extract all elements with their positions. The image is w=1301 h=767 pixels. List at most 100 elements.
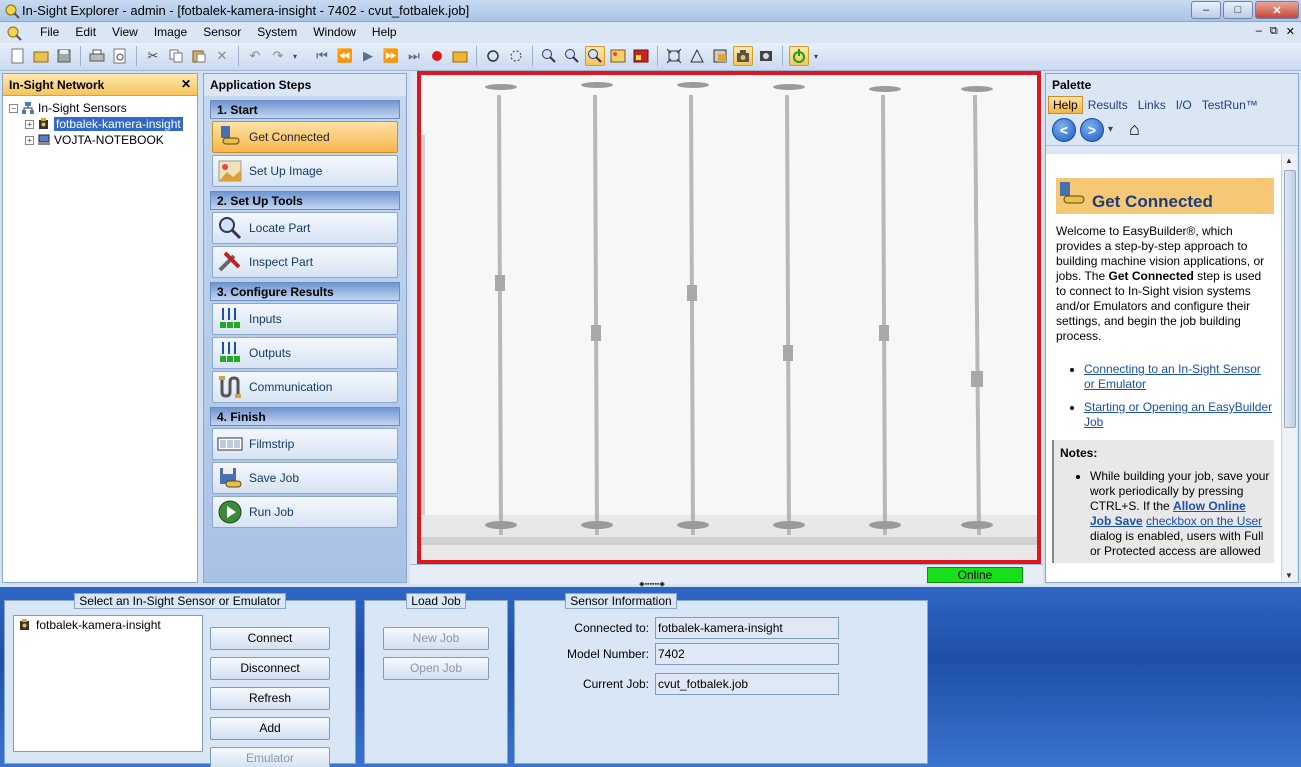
minimize-button[interactable]: –: [1191, 1, 1221, 19]
tree-node-sensors[interactable]: − In-Sight Sensors: [9, 100, 191, 116]
menu-help[interactable]: Help: [364, 25, 405, 39]
image-icon[interactable]: [608, 46, 628, 66]
steps-title: Application Steps: [204, 74, 406, 96]
add-button[interactable]: Add: [210, 717, 330, 740]
refresh-button[interactable]: Refresh: [210, 687, 330, 710]
paste-icon[interactable]: [189, 46, 209, 66]
menu-window[interactable]: Window: [305, 25, 364, 39]
redo-icon[interactable]: ↷: [268, 46, 288, 66]
undo-icon[interactable]: ↶: [245, 46, 265, 66]
tab-results[interactable]: Results: [1083, 96, 1133, 114]
step-label: Get Connected: [249, 130, 330, 144]
last-frame-icon[interactable]: ⏭: [404, 46, 424, 66]
current-job-label: Current Job:: [582, 677, 649, 691]
print-preview-icon[interactable]: [110, 46, 130, 66]
help-link-user-dialog[interactable]: checkbox on the User: [1146, 514, 1262, 528]
image-color-icon[interactable]: [631, 46, 651, 66]
forward-icon[interactable]: >: [1080, 117, 1104, 142]
expand-icon[interactable]: +: [25, 119, 34, 129]
tree-node-kamera[interactable]: + fotbalek-kamera-insight: [9, 116, 191, 132]
zoom-fit-icon[interactable]: [585, 46, 605, 66]
circle-icon[interactable]: [483, 46, 503, 66]
copy-icon[interactable]: [166, 46, 186, 66]
trigger-icon[interactable]: [756, 46, 776, 66]
select-sensor-title: Select an In-Sight Sensor or Emulator: [74, 593, 286, 609]
network-close-icon[interactable]: ✕: [181, 77, 191, 91]
connect-button[interactable]: Connect: [210, 627, 330, 650]
menu-sensor[interactable]: Sensor: [195, 25, 249, 39]
menu-edit[interactable]: Edit: [67, 25, 104, 39]
new-job-button[interactable]: New Job: [383, 627, 489, 650]
close-button[interactable]: ✕: [1255, 1, 1299, 19]
step-communication[interactable]: Communication: [212, 371, 398, 403]
sensor-list[interactable]: fotbalek-kamera-insight: [13, 615, 203, 752]
step-set-up-image[interactable]: Set Up Image: [212, 155, 398, 187]
record-icon[interactable]: [427, 46, 447, 66]
tab-testrun[interactable]: TestRun™: [1197, 96, 1263, 114]
emulator-button[interactable]: Emulator: [210, 747, 330, 767]
back-icon[interactable]: <: [1052, 117, 1076, 142]
toolbar-overflow-icon[interactable]: ▾: [291, 46, 299, 66]
disconnect-button[interactable]: Disconnect: [210, 657, 330, 680]
step-get-connected[interactable]: Get Connected: [212, 121, 398, 153]
menu-system[interactable]: System: [249, 25, 305, 39]
step-locate-part[interactable]: Locate Part: [212, 212, 398, 244]
menu-view[interactable]: View: [104, 25, 146, 39]
help-link-starting-job[interactable]: Starting or Opening an EasyBuilder Job: [1084, 400, 1272, 429]
step-filmstrip[interactable]: Filmstrip: [212, 428, 398, 460]
menu-file[interactable]: File: [32, 25, 67, 39]
zoom-in-icon[interactable]: [539, 46, 559, 66]
step-header-tools: 2. Set Up Tools: [210, 191, 400, 210]
tab-io[interactable]: I/O: [1171, 96, 1197, 114]
help-link-connecting[interactable]: Connecting to an In-Sight Sensor or Emul…: [1084, 362, 1261, 391]
tab-links[interactable]: Links: [1133, 96, 1171, 114]
locate-part-icon: [217, 215, 243, 241]
fit-screen-icon[interactable]: [664, 46, 684, 66]
mdi-minimize-button[interactable]: –: [1256, 25, 1262, 38]
save-icon[interactable]: [54, 46, 74, 66]
graphics-icon[interactable]: [687, 46, 707, 66]
step-outputs[interactable]: Outputs: [212, 337, 398, 369]
mdi-close-button[interactable]: ✕: [1286, 25, 1295, 38]
circle-dashed-icon[interactable]: [506, 46, 526, 66]
scroll-up-icon[interactable]: ▲: [1285, 156, 1293, 165]
toolbar: ✂ ✕ ↶ ↷ ▾ ⏮ ⏪ ▶ ⏩ ⏭ ▾: [0, 43, 1301, 71]
print-icon[interactable]: [87, 46, 107, 66]
zoom-out-icon[interactable]: [562, 46, 582, 66]
prev-frame-icon[interactable]: ⏪: [335, 46, 355, 66]
step-inspect-part[interactable]: Inspect Part: [212, 246, 398, 278]
step-save-job[interactable]: Save Job: [212, 462, 398, 494]
scroll-down-icon[interactable]: ▼: [1285, 571, 1293, 580]
camera-sensor-icon: [39, 118, 48, 129]
history-dropdown-icon[interactable]: ▾: [1108, 124, 1113, 135]
play-icon[interactable]: ▶: [358, 46, 378, 66]
sensor-list-item[interactable]: fotbalek-kamera-insight: [18, 618, 198, 632]
open-icon[interactable]: [31, 46, 51, 66]
collapse-icon[interactable]: −: [9, 103, 18, 113]
scrollbar-thumb[interactable]: [1284, 170, 1296, 428]
step-run-job[interactable]: Run Job: [212, 496, 398, 528]
app-menu-icon[interactable]: [6, 25, 22, 41]
maximize-button[interactable]: □: [1223, 1, 1253, 19]
tool-icon[interactable]: [710, 46, 730, 66]
tree-node-notebook[interactable]: + VOJTA-NOTEBOOK: [9, 132, 191, 148]
toolbar-overflow-2-icon[interactable]: ▾: [812, 46, 820, 66]
first-frame-icon[interactable]: ⏮: [312, 46, 332, 66]
delete-icon[interactable]: ✕: [212, 46, 232, 66]
camera-icon[interactable]: [733, 46, 753, 66]
expand-icon[interactable]: +: [25, 135, 34, 145]
step-inputs[interactable]: Inputs: [212, 303, 398, 335]
camera-image[interactable]: [417, 71, 1041, 564]
menu-image[interactable]: Image: [146, 25, 195, 39]
folder-icon[interactable]: [450, 46, 470, 66]
cut-icon[interactable]: ✂: [143, 46, 163, 66]
mdi-restore-button[interactable]: ⧉: [1270, 25, 1278, 38]
next-frame-icon[interactable]: ⏩: [381, 46, 401, 66]
network-panel-title: In-Sight Network: [9, 78, 105, 92]
online-icon[interactable]: [789, 46, 809, 66]
help-scrollbar[interactable]: ▲ ▼: [1281, 154, 1297, 582]
tab-help[interactable]: Help: [1048, 96, 1083, 114]
home-icon[interactable]: ⌂: [1129, 119, 1140, 140]
open-job-button[interactable]: Open Job: [383, 657, 489, 680]
new-icon[interactable]: [8, 46, 28, 66]
